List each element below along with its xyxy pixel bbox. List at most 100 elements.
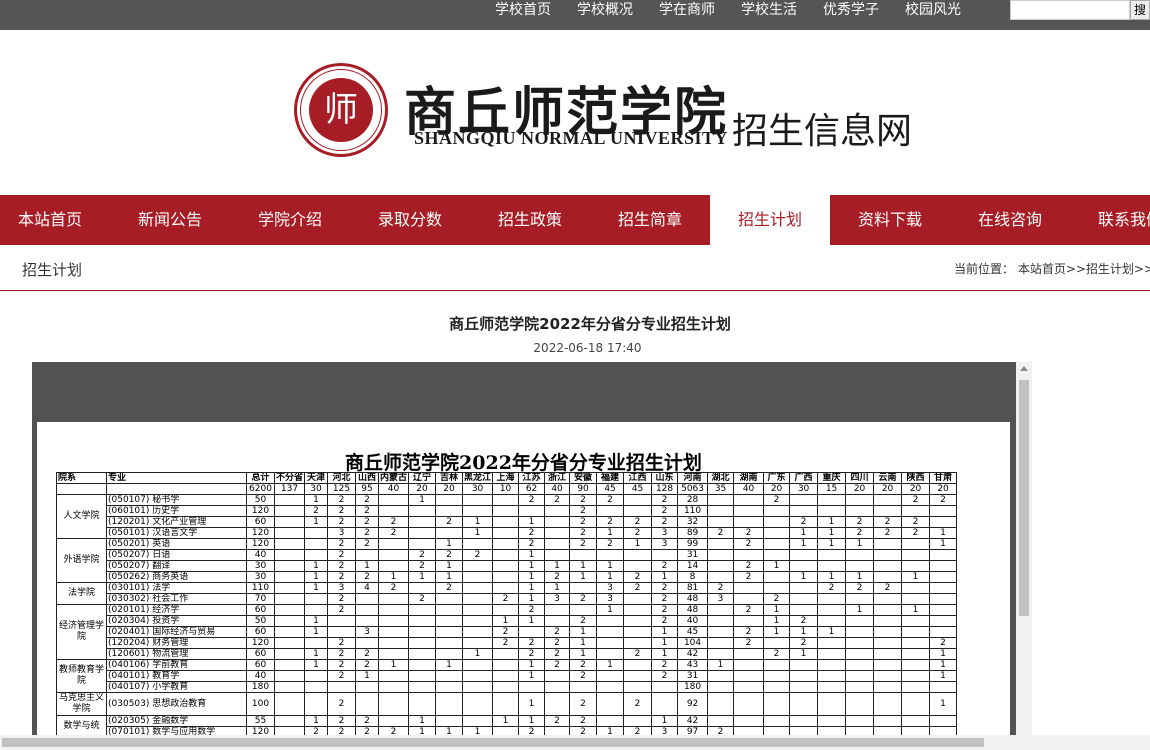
top-link-campus[interactable]: 校园风光	[905, 0, 961, 22]
quota-cell	[733, 505, 765, 517]
quota-cell: 89	[677, 527, 709, 539]
quota-cell	[789, 505, 819, 517]
quota-cell: 2	[355, 538, 380, 550]
quota-cell	[763, 659, 791, 671]
major-cell: (030503) 思想政治教育	[106, 692, 247, 716]
college-cell: 马克思主义学院	[56, 692, 107, 716]
quota-cell: 2	[518, 494, 546, 506]
quota-cell	[569, 681, 598, 693]
search-input[interactable]	[1010, 0, 1130, 20]
quota-cell	[817, 692, 847, 716]
quota-cell: 48	[677, 593, 709, 605]
breadcrumb[interactable]: 当前位置： 本站首页>>招生计划>>正文	[954, 260, 1150, 277]
horizontal-scrollbar[interactable]	[0, 735, 1150, 750]
quota-cell: 2	[789, 516, 819, 528]
quota-cell	[733, 648, 765, 660]
pdf-viewer[interactable]: 商丘师范学院2022年分省分专业招生计划 院系 专业 总计 不分省 天津 河北 山西 内蒙古辽…	[32, 362, 1016, 750]
quota-cell	[596, 670, 625, 682]
top-link-students[interactable]: 优秀学子	[823, 0, 879, 22]
search-button[interactable]: 搜	[1130, 0, 1150, 20]
nav-item-policy[interactable]: 招生政策	[470, 195, 590, 245]
quota-cell	[707, 692, 735, 716]
quota-cell: 1	[408, 494, 437, 506]
quota-cell: 2	[569, 715, 598, 727]
column-header: 湖北	[707, 472, 735, 484]
quota-cell: 2	[408, 593, 437, 605]
nav-item-scores[interactable]: 录取分数	[350, 195, 470, 245]
quota-cell: 2	[763, 494, 791, 506]
quota-cell	[845, 505, 875, 517]
quota-cell	[544, 538, 571, 550]
top-link-overview[interactable]: 学校概况	[577, 0, 633, 22]
quota-cell: 1	[929, 692, 958, 716]
horizontal-scroll-thumb[interactable]	[2, 738, 984, 747]
nav-item-colleges[interactable]: 学院介绍	[230, 195, 350, 245]
nav-item-contact[interactable]: 联系我们	[1070, 195, 1150, 245]
column-header: 四川	[845, 472, 875, 484]
total-cell: 95	[355, 483, 380, 495]
quota-cell	[378, 670, 410, 682]
nav-item-brochure[interactable]: 招生简章	[590, 195, 710, 245]
quota-cell: 2	[789, 637, 819, 649]
quota-cell: 104	[677, 637, 709, 649]
quota-cell: 1	[596, 527, 625, 539]
quota-cell: 2	[569, 505, 598, 517]
top-link-study[interactable]: 学在商师	[659, 0, 715, 22]
quota-cell: 2	[327, 648, 357, 660]
quota-cell	[327, 681, 357, 693]
quota-cell	[623, 615, 653, 627]
total-cell: 45	[596, 483, 625, 495]
vertical-scroll-thumb[interactable]	[1019, 380, 1029, 616]
quota-cell: 3	[596, 582, 625, 594]
quota-cell: 60	[246, 648, 275, 660]
quota-cell: 2	[435, 549, 464, 561]
quota-cell	[623, 604, 653, 616]
quota-cell: 1	[596, 659, 625, 671]
top-links: 学校首页 学校概况 学在商师 学校生活 优秀学子 校园风光	[482, 0, 974, 22]
quota-cell	[492, 494, 520, 506]
quota-cell	[873, 593, 903, 605]
quota-cell: 2	[544, 626, 571, 638]
quota-cell: 50	[246, 615, 275, 627]
nav-item-plan[interactable]: 招生计划	[710, 195, 830, 245]
quota-cell: 2	[901, 527, 931, 539]
quota-cell	[408, 648, 437, 660]
scroll-up-arrow-icon[interactable]	[1020, 366, 1028, 371]
table-row: (120201) 文化产业管理 60 1 2 2 2 2 1 1 2 2 2 2 32 2 1 2 2 2	[57, 516, 958, 528]
quota-cell	[901, 582, 931, 594]
vertical-scrollbar[interactable]	[1016, 362, 1032, 750]
nav-item-downloads[interactable]: 资料下载	[830, 195, 950, 245]
quota-cell	[462, 681, 494, 693]
nav-item-home[interactable]: 本站首页	[0, 195, 110, 245]
quota-cell: 1	[763, 560, 791, 572]
quota-cell: 2	[596, 494, 625, 506]
quota-cell: 31	[677, 549, 709, 561]
table-row: (050207) 日语 40 2 2 2 2 1 31	[57, 549, 958, 561]
quota-cell: 2	[408, 560, 437, 572]
quota-cell: 100	[246, 692, 275, 716]
quota-cell	[492, 516, 520, 528]
quota-cell	[408, 582, 437, 594]
quota-cell	[462, 571, 494, 583]
quota-cell: 2	[623, 527, 653, 539]
quota-cell: 3	[651, 527, 679, 539]
quota-cell	[623, 637, 653, 649]
quota-cell	[378, 637, 410, 649]
quota-cell: 60	[246, 659, 275, 671]
quota-cell	[929, 560, 958, 572]
quota-cell	[355, 681, 380, 693]
quota-cell	[355, 549, 380, 561]
top-link-home[interactable]: 学校首页	[495, 0, 551, 22]
quota-cell: 1	[544, 560, 571, 572]
table-row: 人文学院 (050107) 秘书学 50 1 2 2 1 2 2 2 2 2 28 2 2 2	[56, 494, 958, 539]
quota-cell: 2	[378, 527, 410, 539]
nav-item-consult[interactable]: 在线咨询	[950, 195, 1070, 245]
quota-cell	[327, 615, 357, 627]
quota-cell: 2	[789, 615, 819, 627]
quota-cell	[273, 659, 306, 671]
nav-item-news[interactable]: 新闻公告	[110, 195, 230, 245]
quota-cell: 1	[901, 571, 931, 583]
total-cell: 5063	[677, 483, 709, 495]
quota-cell	[435, 681, 464, 693]
top-link-life[interactable]: 学校生活	[741, 0, 797, 22]
